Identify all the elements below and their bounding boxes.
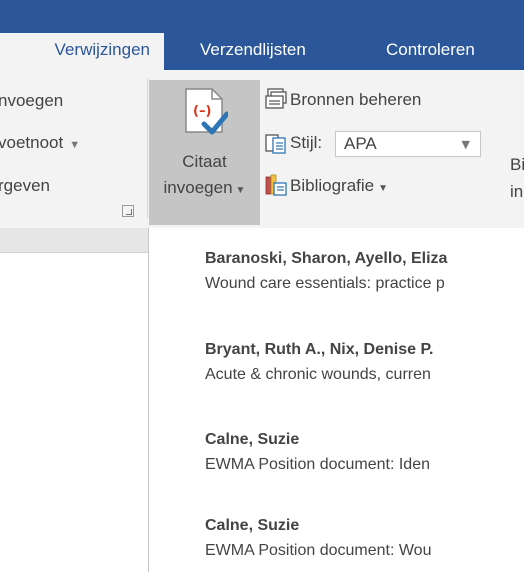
bibliography-button[interactable]: Bibliografie ▼ <box>290 176 388 196</box>
partial-command-line1[interactable]: Bi <box>510 155 524 175</box>
tab-controleren[interactable]: Controleren <box>386 33 475 70</box>
ribbon-tab-bar: Verwijzingen Verzendlijsten Controleren <box>0 0 524 70</box>
insert-citation-button[interactable]: (–) Citaat invoegen ▼ <box>149 80 260 225</box>
source-list-item[interactable]: Bryant, Ruth A., Nix, Denise P. Acute & … <box>205 341 524 384</box>
source-title: Wound care essentials: practice p <box>205 275 445 292</box>
source-author: Baranoski, Sharon, Ayello, Eliza <box>205 250 448 267</box>
source-title: EWMA Position document: Wou <box>205 542 432 559</box>
source-title: Acute & chronic wounds, curren <box>205 366 431 383</box>
source-author: Calne, Suzie <box>205 431 300 448</box>
tab-verwijzingen[interactable]: Verwijzingen <box>0 33 164 70</box>
group-divider <box>147 78 148 218</box>
manage-sources-button[interactable]: Bronnen beheren <box>290 90 421 110</box>
next-footnote-label: voetnoot <box>0 133 64 152</box>
bibliography-icon <box>265 174 287 196</box>
tab-verzendlijsten[interactable]: Verzendlijsten <box>200 33 306 70</box>
next-footnote-command[interactable]: voetnoot ▼ <box>0 133 80 153</box>
ribbon-footer-strip <box>0 228 148 253</box>
style-icon <box>265 134 286 154</box>
dropdown-arrow-icon: ▼ <box>69 139 81 151</box>
insert-footnote-command[interactable]: nvoegen <box>0 91 63 111</box>
svg-text:(–): (–) <box>193 104 211 119</box>
insert-citation-label-text: invoegen <box>163 178 233 197</box>
chevron-down-icon: ▼ <box>461 138 470 151</box>
show-notes-command[interactable]: rgeven <box>0 176 50 196</box>
source-list-item[interactable]: Baranoski, Sharon, Ayello, Eliza Wound c… <box>205 250 524 293</box>
partial-command-line2[interactable]: in <box>510 182 523 202</box>
citation-sources-dropdown: Baranoski, Sharon, Ayello, Eliza Wound c… <box>148 228 524 572</box>
source-list-item[interactable]: Calne, Suzie EWMA Position document: Ide… <box>205 431 524 474</box>
bibliography-label: Bibliografie <box>290 176 375 195</box>
chevron-down-icon: ▼ <box>378 183 389 194</box>
manage-sources-icon <box>265 88 287 109</box>
insert-citation-label-line2: invoegen ▼ <box>149 178 260 198</box>
dialog-launcher-icon[interactable] <box>122 205 134 217</box>
source-author: Calne, Suzie <box>205 517 300 534</box>
source-author: Bryant, Ruth A., Nix, Denise P. <box>205 341 434 358</box>
tab-label: Verwijzingen <box>54 40 150 59</box>
insert-citation-icon: (–) <box>185 88 228 135</box>
insert-citation-label-line1: Citaat <box>182 152 227 171</box>
style-dropdown-value: APA <box>344 134 377 153</box>
chevron-down-icon: ▼ <box>235 185 246 196</box>
style-dropdown[interactable]: APA ▼ <box>335 131 481 157</box>
style-label: Stijl: <box>290 133 323 152</box>
source-list-item[interactable]: Calne, Suzie EWMA Position document: Wou <box>205 517 524 560</box>
source-title: EWMA Position document: Iden <box>205 456 430 473</box>
